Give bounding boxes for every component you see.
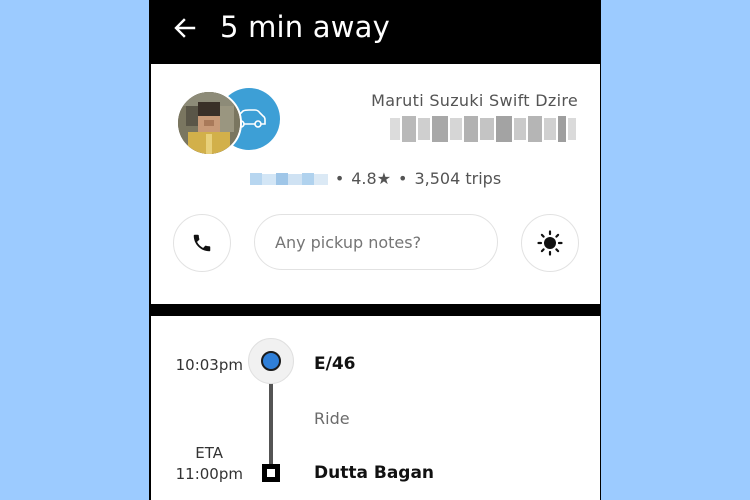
pickup-dot <box>261 351 281 371</box>
driver-rating: 4.8★ <box>351 169 392 188</box>
brightness-button[interactable] <box>521 214 579 272</box>
back-arrow-icon <box>174 18 196 38</box>
driver-name-blurred <box>249 172 328 185</box>
separator-dot: • <box>398 169 408 188</box>
trip-card: 10:03pm E/46 Ride ETA 11:00pm Dutta Baga… <box>151 316 600 500</box>
pickup-marker <box>248 338 294 384</box>
dropoff-time: 11:00pm <box>175 465 243 483</box>
phone-icon <box>193 234 211 252</box>
pickup-time: 10:03pm <box>175 356 243 374</box>
ride-label: Ride <box>314 409 350 428</box>
route-line <box>269 372 273 470</box>
pickup-notes-input[interactable] <box>254 214 498 270</box>
page-title: 5 min away <box>220 10 390 44</box>
dropoff-location[interactable]: Dutta Bagan <box>314 463 434 483</box>
call-button[interactable] <box>173 214 231 272</box>
eta-label: ETA <box>195 444 223 462</box>
driver-card: Maruti Suzuki Swift Dzire • 4.8★ • 3,504… <box>151 64 600 304</box>
vehicle-name: Maruti Suzuki Swift Dzire <box>371 91 578 110</box>
back-button[interactable] <box>169 12 201 44</box>
driver-avatar[interactable] <box>176 90 242 156</box>
driver-stats: • 4.8★ • 3,504 trips <box>151 169 600 188</box>
separator-dot: • <box>334 169 345 188</box>
avatar-image <box>178 92 240 154</box>
license-plate-blurred <box>390 116 576 142</box>
brightness-icon <box>537 230 563 256</box>
dropoff-marker <box>262 464 280 482</box>
header-bar: 5 min away <box>149 0 601 62</box>
phone-screen: 5 min away Maruti Suzuki Swift Dzire • 4… <box>149 0 601 500</box>
pickup-location[interactable]: E/46 <box>314 354 355 374</box>
driver-trips: 3,504 trips <box>414 169 502 188</box>
